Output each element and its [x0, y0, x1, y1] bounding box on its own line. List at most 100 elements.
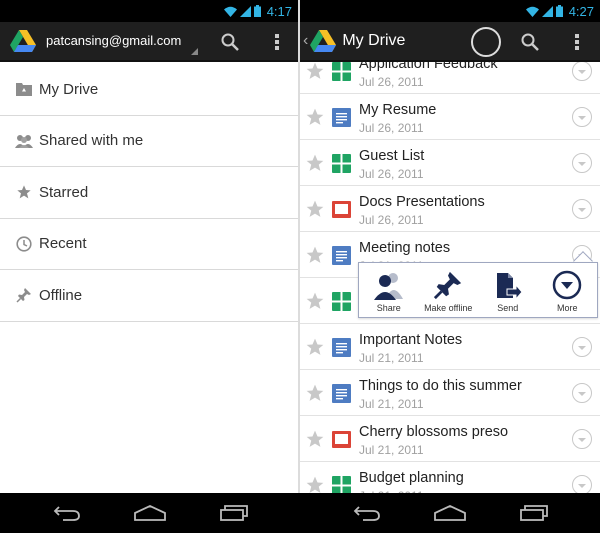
clock-time: 4:27 [568, 3, 594, 19]
file-date: Jul 26, 2011 [359, 167, 424, 181]
presentation-icon [332, 430, 351, 449]
file-name: Guest List [359, 148, 425, 164]
overflow-menu-icon [275, 34, 279, 50]
action-bar: patcansing@gmail.com [0, 22, 298, 62]
google-drive-logo[interactable] [310, 29, 337, 53]
nav-item-label: Starred [39, 183, 89, 201]
nav-item-label: Offline [39, 286, 83, 304]
search-button[interactable] [510, 22, 550, 62]
file-date: Jul 21, 2011 [359, 397, 424, 411]
back-button[interactable] [350, 503, 384, 523]
google-drive-logo[interactable] [10, 29, 36, 53]
home-button[interactable] [133, 503, 167, 523]
wifi-icon [223, 6, 237, 17]
item-menu-icon[interactable] [572, 383, 592, 403]
home-button[interactable] [433, 503, 467, 523]
file-name: My Resume [359, 102, 437, 118]
system-navigation-bar [0, 493, 600, 533]
star-icon[interactable] [305, 383, 325, 403]
search-icon [221, 33, 239, 51]
nav-item-starred[interactable]: Starred [0, 167, 298, 219]
send-action[interactable]: Send [478, 263, 538, 317]
status-bar: 4:17 [0, 0, 298, 22]
pin-icon [15, 286, 33, 304]
star-icon[interactable] [305, 107, 325, 127]
item-menu-icon[interactable] [572, 153, 592, 173]
up-navigation-icon[interactable]: ‹ [303, 32, 308, 50]
star-icon[interactable] [305, 153, 325, 173]
nav-item-shared-with-me[interactable]: Shared with me [0, 116, 298, 167]
presentation-icon [332, 200, 351, 219]
file-row[interactable]: My Resume Jul 26, 2011 [300, 94, 600, 140]
recent-apps-button[interactable] [217, 503, 251, 523]
file-date: Jul 26, 2011 [359, 121, 424, 135]
clock-icon [15, 235, 33, 253]
navigation-drawer: My Drive Shared with me Starred Recent O… [0, 64, 298, 322]
share-icon [373, 273, 403, 300]
make-offline-label: Make offline [424, 303, 473, 313]
share-action[interactable]: Share [359, 263, 419, 317]
item-menu-icon[interactable] [572, 475, 592, 495]
document-icon [332, 246, 351, 265]
spreadsheet-icon [332, 292, 351, 311]
battery-icon [555, 5, 563, 17]
share-label: Share [376, 303, 401, 313]
signal-icon [239, 5, 251, 17]
recent-apps-button[interactable] [517, 503, 551, 523]
recent-apps-icon [520, 505, 548, 521]
file-row[interactable]: Cherry blossoms preso Jul 21, 2011 [300, 416, 600, 462]
status-bar: 4:27 [300, 0, 600, 22]
file-date: Jul 26, 2011 [359, 75, 424, 89]
more-icon [553, 270, 582, 300]
search-icon [521, 33, 539, 51]
star-icon[interactable] [305, 61, 325, 81]
item-menu-icon[interactable] [572, 61, 592, 81]
star-icon[interactable] [305, 199, 325, 219]
file-date: Jul 21, 2011 [359, 351, 424, 365]
file-row[interactable]: Important Notes Jul 21, 2011 [300, 324, 600, 370]
file-name: Important Notes [359, 332, 463, 348]
document-icon [332, 384, 351, 403]
star-icon[interactable] [305, 291, 325, 311]
search-button[interactable] [210, 22, 250, 62]
file-row[interactable]: Docs Presentations Jul 26, 2011 [300, 186, 600, 232]
item-menu-icon[interactable] [572, 337, 592, 357]
star-icon [15, 183, 33, 201]
back-icon [53, 506, 80, 521]
item-menu-icon[interactable] [572, 199, 592, 219]
dropdown-indicator-icon [191, 48, 198, 55]
clock-time: 4:17 [266, 3, 292, 19]
overflow-menu-button[interactable] [557, 22, 597, 62]
star-icon[interactable] [305, 337, 325, 357]
file-row[interactable]: Things to do this summer Jul 21, 2011 [300, 370, 600, 416]
nav-item-recent[interactable]: Recent [0, 219, 298, 270]
overflow-menu-button[interactable] [257, 22, 297, 62]
battery-icon [253, 5, 261, 17]
document-icon [332, 338, 351, 357]
item-menu-icon[interactable] [572, 429, 592, 449]
file-name: Budget planning [359, 470, 464, 486]
item-menu-icon[interactable] [572, 107, 592, 127]
overflow-menu-icon [575, 34, 579, 50]
wifi-icon [525, 6, 539, 17]
back-button[interactable] [50, 503, 84, 523]
nav-item-my-drive[interactable]: My Drive [0, 64, 298, 116]
nav-item-label: Recent [39, 235, 87, 253]
file-row[interactable]: Guest List Jul 26, 2011 [300, 140, 600, 186]
home-icon [434, 505, 466, 521]
loading-spinner [471, 27, 501, 57]
star-icon[interactable] [305, 475, 325, 495]
page-title: My Drive [342, 32, 406, 49]
file-date: Jul 21, 2011 [359, 443, 424, 457]
star-icon[interactable] [305, 245, 325, 265]
nav-item-offline[interactable]: Offline [0, 270, 298, 322]
back-icon [353, 506, 380, 521]
star-icon[interactable] [305, 429, 325, 449]
account-switcher[interactable]: patcansing@gmail.com [46, 21, 198, 61]
make-offline-action[interactable]: Make offline [419, 263, 479, 317]
file-name: Meeting notes [359, 240, 451, 256]
recent-apps-icon [220, 505, 248, 521]
action-bar: ‹ My Drive [300, 22, 600, 62]
right-screen: Application Feedback Jul 26, 2011 My Resum… [300, 0, 600, 533]
more-action[interactable]: More [538, 263, 598, 317]
